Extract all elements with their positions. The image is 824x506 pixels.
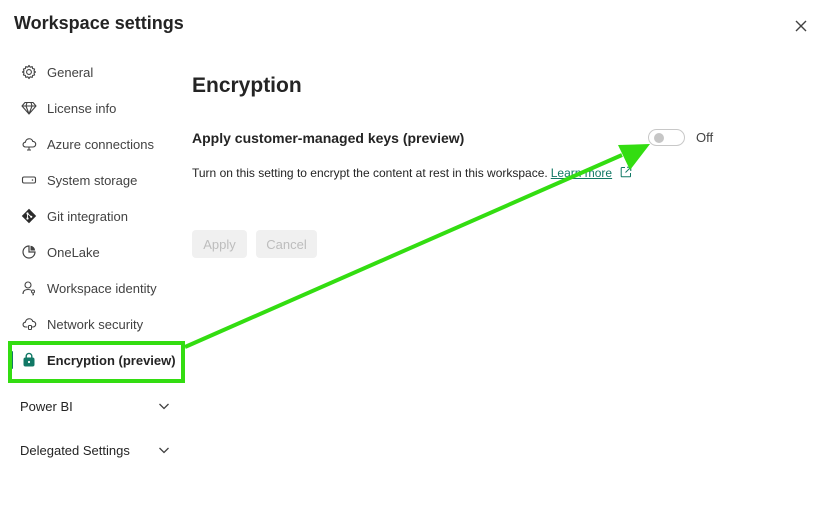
sidebar-item-label: License info xyxy=(47,100,117,116)
close-icon[interactable] xyxy=(792,17,810,35)
chevron-down-icon xyxy=(159,403,169,410)
sidebar-item-label: General xyxy=(47,64,94,80)
chevron-down-icon xyxy=(159,447,169,454)
section-delegated-settings[interactable]: Delegated Settings xyxy=(20,435,170,465)
sidebar-item-label: Workspace identity xyxy=(47,280,157,296)
cloud-icon xyxy=(20,135,38,153)
diamond-icon xyxy=(20,99,38,117)
sidebar-item-label: System storage xyxy=(47,172,138,188)
sidebar-item-azure-connections[interactable]: Azure connections xyxy=(14,126,184,162)
section-power-bi[interactable]: Power BI xyxy=(20,391,170,421)
page-title: Encryption xyxy=(192,74,302,97)
git-icon xyxy=(20,207,38,225)
storage-icon xyxy=(20,171,38,189)
apply-button[interactable]: Apply xyxy=(192,230,247,258)
sidebar-item-label: Azure connections xyxy=(47,136,154,152)
annotation-highlight-box xyxy=(8,341,185,383)
sidebar-item-git-integration[interactable]: Git integration xyxy=(14,198,184,234)
sidebar-item-license-info[interactable]: License info xyxy=(14,90,184,126)
external-link-icon[interactable] xyxy=(620,166,632,178)
onelake-icon xyxy=(20,243,38,261)
sidebar-item-label: OneLake xyxy=(47,244,100,260)
identity-icon xyxy=(20,279,38,297)
sidebar-item-label: Git integration xyxy=(47,208,128,224)
section-label: Power BI xyxy=(20,398,73,414)
learn-more-link[interactable]: Learn more xyxy=(551,166,612,180)
gear-icon xyxy=(20,63,38,81)
toggle-knob xyxy=(654,133,664,143)
network-cloud-icon xyxy=(20,315,38,333)
section-label: Delegated Settings xyxy=(20,442,130,458)
toggle-state-label: Off xyxy=(696,130,714,145)
sidebar-item-system-storage[interactable]: System storage xyxy=(14,162,184,198)
setting-description: Turn on this setting to encrypt the cont… xyxy=(192,166,632,180)
cancel-button[interactable]: Cancel xyxy=(256,230,317,258)
description-text: Turn on this setting to encrypt the cont… xyxy=(192,166,548,180)
sidebar-item-network-security[interactable]: Network security xyxy=(14,306,184,342)
sidebar-item-onelake[interactable]: OneLake xyxy=(14,234,184,270)
dialog-title: Workspace settings xyxy=(14,13,184,33)
setting-label: Apply customer-managed keys (preview) xyxy=(192,130,465,146)
customer-managed-keys-toggle[interactable] xyxy=(648,129,685,146)
sidebar-item-general[interactable]: General xyxy=(14,54,184,90)
sidebar-item-label: Network security xyxy=(47,316,144,332)
sidebar-item-workspace-identity[interactable]: Workspace identity xyxy=(14,270,184,306)
